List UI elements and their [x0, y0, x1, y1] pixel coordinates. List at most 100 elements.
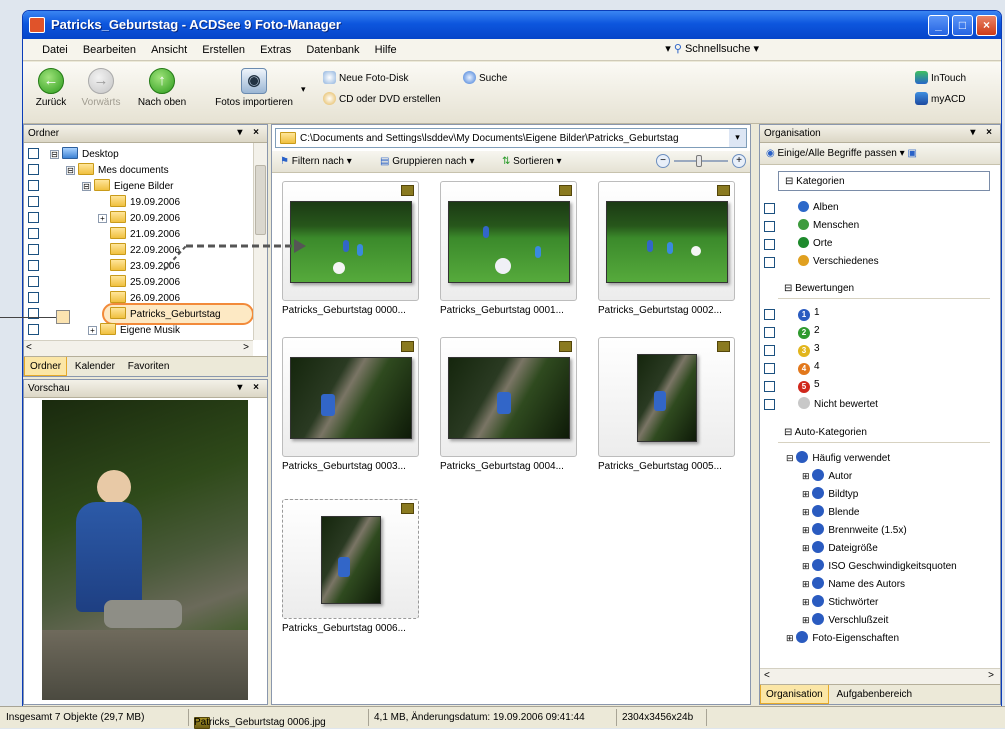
checkbox[interactable] — [28, 148, 39, 159]
menu-datei[interactable]: Datei — [36, 39, 74, 56]
auto-item-name-des-autors[interactable]: ⊞ Name des Autors — [802, 577, 996, 595]
tab-aufgabenbereich[interactable]: Aufgabenbereich — [831, 685, 917, 704]
menu-hilfe[interactable]: Hilfe — [369, 39, 403, 56]
edit-icon[interactable]: ▣ — [907, 148, 916, 159]
ratings-section-header[interactable]: ⊟ Bewertungen — [778, 279, 990, 299]
checkbox[interactable] — [28, 244, 39, 255]
match-terms-dropdown[interactable]: ◉ Einige/Alle Begriffe passen ▾ ▣ — [766, 148, 917, 159]
expander-icon[interactable]: ⊞ — [802, 561, 810, 571]
category-alben[interactable]: Alben — [760, 201, 1000, 219]
rating-2[interactable]: 22 — [760, 325, 1000, 343]
collapse-icon[interactable]: ⊟ — [784, 427, 792, 438]
organisation-horizontal-scrollbar[interactable]: < > — [760, 668, 1000, 684]
zoom-in-button[interactable]: + — [732, 154, 746, 168]
checkbox[interactable] — [28, 324, 39, 335]
checkbox[interactable] — [28, 196, 39, 207]
scroll-thumb[interactable] — [255, 165, 266, 235]
checkbox[interactable] — [764, 239, 775, 250]
menu-ansicht[interactable]: Ansicht — [145, 39, 193, 56]
scroll-left-icon[interactable]: < — [764, 670, 770, 681]
expander-icon[interactable]: ⊟ — [66, 166, 75, 175]
rating-1[interactable]: 11 — [760, 307, 1000, 325]
minimize-button[interactable]: _ — [928, 15, 949, 36]
scroll-right-icon[interactable]: > — [988, 670, 994, 681]
thumbnail-0001[interactable]: Patricks_Geburtstag 0001... — [440, 181, 577, 316]
auto-item-dateigroesse[interactable]: ⊞ Dateigröße — [802, 541, 996, 559]
new-disc-button[interactable]: Neue Foto-Disk — [323, 71, 408, 84]
expander-icon[interactable]: ⊞ — [786, 633, 794, 643]
tree-item-20-09-2006[interactable]: +20.09.2006 — [24, 210, 253, 226]
tab-favoriten[interactable]: Favoriten — [123, 357, 175, 376]
auto-frequently-used[interactable]: ⊟ Häufig verwendet — [786, 451, 996, 469]
expander-icon[interactable]: ⊞ — [802, 615, 810, 625]
category-menschen[interactable]: Menschen — [760, 219, 1000, 237]
expander-icon[interactable]: ⊞ — [802, 525, 810, 535]
up-button[interactable]: ↑ Nach oben — [133, 66, 191, 108]
dropdown-arrow-icon[interactable]: ▾ — [665, 43, 671, 55]
expander-icon[interactable]: ⊟ — [82, 182, 91, 191]
scroll-left-icon[interactable]: < — [26, 342, 32, 353]
zoom-slider-handle[interactable] — [696, 155, 702, 167]
checkbox[interactable] — [28, 276, 39, 287]
menu-extras[interactable]: Extras — [254, 39, 297, 56]
expander-icon[interactable]: ⊞ — [802, 471, 810, 481]
checkbox[interactable] — [28, 228, 39, 239]
title-bar[interactable]: Patricks_Geburtstag - ACDSee 9 Foto-Mana… — [23, 11, 1001, 39]
menu-bearbeiten[interactable]: Bearbeiten — [77, 39, 142, 56]
intouch-button[interactable]: InTouch — [915, 71, 966, 84]
checkbox[interactable] — [764, 363, 775, 374]
sort-button[interactable]: ⇅ Sortieren ▾ — [502, 156, 562, 167]
checkbox[interactable] — [28, 180, 39, 191]
checkbox[interactable] — [764, 309, 775, 320]
checkbox[interactable] — [764, 399, 775, 410]
tab-organisation[interactable]: Organisation — [760, 685, 829, 704]
thumbnail-0005[interactable]: Patricks_Geburtstag 0005... — [598, 337, 735, 472]
categories-section-header[interactable]: ⊟ Kategorien — [778, 171, 990, 191]
auto-item-stichwoerter[interactable]: ⊞ Stichwörter — [802, 595, 996, 613]
auto-item-iso[interactable]: ⊞ ISO Geschwindigkeitsquoten — [802, 559, 996, 577]
collapse-icon[interactable]: ⊟ — [784, 283, 792, 294]
checkbox[interactable] — [764, 345, 775, 356]
auto-item-brennweite[interactable]: ⊞ Brennweite (1.5x) — [802, 523, 996, 541]
auto-photo-properties[interactable]: ⊞ Foto-Eigenschaften — [786, 631, 996, 649]
close-button[interactable]: × — [976, 15, 997, 36]
checkbox[interactable] — [28, 292, 39, 303]
filter-button[interactable]: ⚑ Filtern nach ▾ — [280, 156, 352, 167]
forward-button[interactable]: → Vorwärts — [75, 66, 127, 108]
checkbox[interactable] — [764, 203, 775, 214]
checkbox[interactable] — [28, 260, 39, 271]
menu-datenbank[interactable]: Datenbank — [300, 39, 365, 56]
tree-item-eigene-musik[interactable]: + Eigene Musik — [24, 322, 253, 338]
path-combobox[interactable]: C:\Documents and Settings\lsddev\My Docu… — [275, 128, 747, 148]
expander-icon[interactable]: ⊞ — [802, 543, 810, 553]
category-orte[interactable]: Orte — [760, 237, 1000, 255]
expander-icon[interactable]: ⊟ — [786, 453, 794, 463]
scroll-right-icon[interactable]: > — [243, 342, 249, 353]
menu-erstellen[interactable]: Erstellen — [196, 39, 251, 56]
group-button[interactable]: ▤ Gruppieren nach ▾ — [380, 156, 475, 167]
rating-4[interactable]: 44 — [760, 361, 1000, 379]
search-button[interactable]: Suche — [463, 71, 507, 84]
checkbox[interactable] — [764, 257, 775, 268]
thumbnail-0006[interactable]: Patricks_Geburtstag 0006... — [282, 499, 419, 634]
checkbox[interactable] — [764, 221, 775, 232]
checkbox[interactable] — [28, 212, 39, 223]
quick-search[interactable]: ▾ ⚲ Schnellsuche ▾ — [665, 42, 759, 55]
back-button[interactable]: ← Zurück — [31, 66, 71, 108]
tree-item-desktop[interactable]: ⊟ Desktop — [24, 146, 253, 162]
rating-5[interactable]: 55 — [760, 379, 1000, 397]
expander-icon[interactable]: ⊟ — [50, 150, 59, 159]
checkbox[interactable] — [764, 381, 775, 392]
tree-item-mes-documents[interactable]: ⊟ Mes documents — [24, 162, 253, 178]
expander-icon[interactable]: ⊞ — [802, 489, 810, 499]
organisation-pane-controls[interactable]: ▾ × — [970, 127, 996, 138]
app-icon[interactable] — [29, 17, 45, 33]
myacd-button[interactable]: myACD — [915, 92, 965, 105]
auto-item-verschlusszeit[interactable]: ⊞ Verschlußzeit — [802, 613, 996, 631]
tab-ordner[interactable]: Ordner — [24, 357, 68, 376]
expander-icon[interactable]: ⊞ — [802, 597, 810, 607]
folders-pane-controls[interactable]: ▾ × — [237, 127, 263, 138]
zoom-out-button[interactable]: − — [656, 154, 670, 168]
auto-item-blende[interactable]: ⊞ Blende — [802, 505, 996, 523]
collapse-icon[interactable]: ⊟ — [785, 176, 793, 187]
